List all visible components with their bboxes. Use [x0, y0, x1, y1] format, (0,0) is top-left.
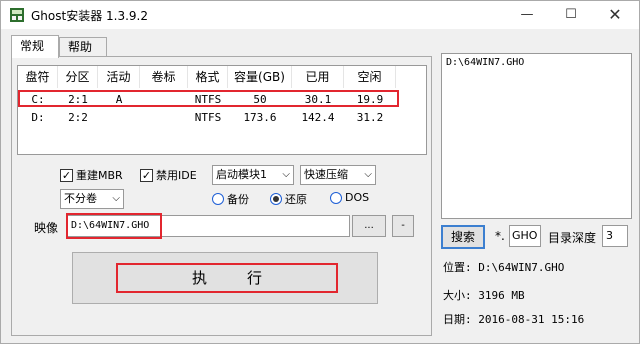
- image-file-list[interactable]: D:\64WIN7.GHO: [441, 53, 632, 219]
- file-size: 大小: 3196 MB: [443, 289, 525, 302]
- cell-format: NTFS: [194, 111, 222, 124]
- window-title: Ghost安装器 1.3.9.2: [31, 9, 149, 23]
- radio-icon: [330, 191, 342, 204]
- backup-label: 备份: [227, 193, 249, 206]
- restore-label: 还原: [285, 193, 307, 206]
- checkmark-icon: ✓: [140, 168, 153, 182]
- column-header-label[interactable]: 卷标: [140, 66, 188, 88]
- maximize-button[interactable]: ☐: [557, 5, 585, 25]
- table-row[interactable]: C: 2:1 A NTFS 50 30.1 19.9: [18, 92, 426, 108]
- extension-input[interactable]: GHO: [509, 225, 541, 247]
- extension-prefix: *.: [495, 229, 505, 243]
- table-header: 盘符 分区 活动 卷标 格式 容量(GB) 已用 空闲: [18, 66, 426, 88]
- radio-selected-icon: [270, 193, 282, 205]
- rebuild-mbr-label: 重建MBR: [76, 169, 123, 182]
- ghost-app-icon: [10, 8, 24, 22]
- file-date: 日期: 2016-08-31 15:16: [443, 313, 585, 326]
- cell-used: 30.1: [304, 93, 332, 106]
- close-button[interactable]: ✕: [601, 5, 629, 25]
- rebuild-mbr-checkbox[interactable]: ✓ 重建MBR: [60, 167, 123, 183]
- cell-active: [98, 110, 140, 126]
- cell-active: A: [115, 93, 123, 106]
- compress-select[interactable]: 快速压缩 ⌵: [300, 165, 376, 185]
- column-header-free[interactable]: 空闲: [344, 66, 396, 88]
- directory-depth-label: 目录深度: [548, 231, 597, 245]
- image-label: 映像: [34, 221, 59, 235]
- restore-radio[interactable]: 还原: [270, 191, 307, 207]
- cell-drive: D:: [31, 111, 45, 124]
- cell-drive: C:: [31, 93, 45, 106]
- cell-free: 19.9: [356, 93, 384, 106]
- cell-partition: 2:1: [68, 93, 88, 106]
- partition-table[interactable]: 盘符 分区 活动 卷标 格式 容量(GB) 已用 空闲 C: 2:1 A NTF…: [17, 65, 427, 155]
- remove-button[interactable]: -: [392, 215, 414, 237]
- cell-capacity: 50: [253, 93, 267, 106]
- checkmark-icon: ✓: [60, 168, 73, 182]
- boot-module-select[interactable]: 启动模块1 ⌵: [212, 165, 294, 185]
- directory-depth-input[interactable]: 3: [602, 225, 628, 247]
- column-header-partition[interactable]: 分区: [58, 66, 98, 88]
- cell-free: 31.2: [356, 111, 384, 124]
- chevron-down-icon: ⌵: [364, 169, 372, 180]
- column-header-drive[interactable]: 盘符: [18, 66, 58, 88]
- boot-module-value: 启动模块1: [216, 168, 267, 181]
- split-select[interactable]: 不分卷 ⌵: [60, 189, 124, 209]
- tab-general[interactable]: 常规: [11, 35, 59, 58]
- cell-used: 142.4: [301, 111, 335, 124]
- cell-partition: 2:2: [68, 111, 88, 124]
- title-bar: Ghost安装器 1.3.9.2 — ☐ ✕: [1, 1, 639, 29]
- column-header-used[interactable]: 已用: [292, 66, 344, 88]
- cell-capacity: 173.6: [243, 111, 277, 124]
- column-header-active[interactable]: 活动: [98, 66, 140, 88]
- column-header-capacity[interactable]: 容量(GB): [228, 66, 292, 88]
- file-location: 位置: D:\64WIN7.GHO: [443, 261, 565, 274]
- list-item[interactable]: D:\64WIN7.GHO: [446, 57, 627, 68]
- cell-format: NTFS: [194, 93, 222, 106]
- chevron-down-icon: ⌵: [112, 193, 120, 204]
- table-row[interactable]: D: 2:2 NTFS 173.6 142.4 31.2: [18, 110, 426, 126]
- disable-ide-checkbox[interactable]: ✓ 禁用IDE: [140, 167, 197, 183]
- radio-icon: [212, 193, 224, 205]
- execute-label: 执行: [116, 263, 338, 293]
- browse-button[interactable]: ...: [352, 215, 386, 237]
- execute-button[interactable]: 执行: [72, 252, 378, 304]
- dos-radio[interactable]: DOS: [330, 191, 369, 204]
- cell-label: [140, 110, 188, 126]
- minimize-button[interactable]: —: [513, 5, 541, 25]
- search-button[interactable]: 搜索: [441, 225, 485, 249]
- general-panel: 盘符 分区 活动 卷标 格式 容量(GB) 已用 空闲 C: 2:1 A NTF…: [11, 56, 432, 336]
- app-window: Ghost安装器 1.3.9.2 — ☐ ✕ 常规 帮助 盘符 分区 活动 卷标…: [0, 0, 640, 344]
- chevron-down-icon: ⌵: [282, 169, 290, 180]
- dos-label: DOS: [345, 191, 370, 204]
- tab-help[interactable]: 帮助: [59, 37, 107, 57]
- compress-value: 快速压缩: [304, 168, 348, 181]
- image-path-input[interactable]: D:\64WIN7.GHO: [66, 215, 350, 237]
- split-value: 不分卷: [64, 192, 97, 205]
- cell-label: [140, 92, 188, 108]
- column-header-format[interactable]: 格式: [188, 66, 228, 88]
- disable-ide-label: 禁用IDE: [156, 169, 197, 182]
- backup-radio[interactable]: 备份: [212, 191, 249, 207]
